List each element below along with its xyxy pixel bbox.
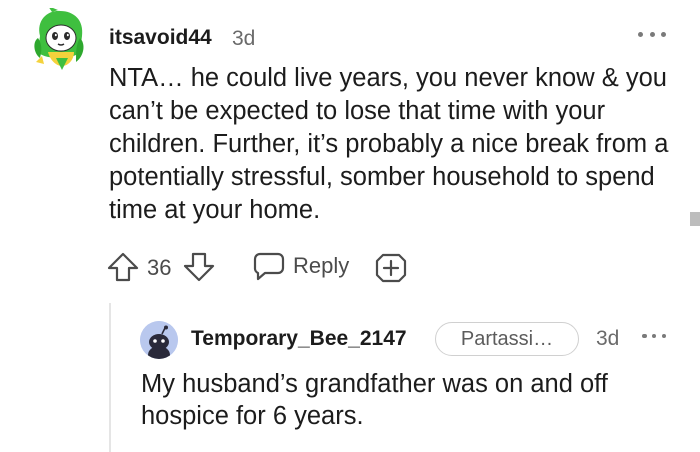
comment-username[interactable]: itsavoid44	[109, 26, 212, 50]
reply-button[interactable]: Reply	[253, 248, 363, 284]
user-flair-badge: Partassi…	[435, 322, 579, 356]
award-button[interactable]	[374, 251, 408, 285]
reply-more-options-button[interactable]	[642, 329, 666, 343]
comment-timestamp: 3d	[232, 27, 256, 50]
more-options-dot	[651, 333, 657, 339]
downvote-button[interactable]	[182, 250, 216, 284]
arrow-down-icon	[183, 252, 215, 282]
vote-count: 36	[147, 255, 172, 280]
reply-label: Reply	[293, 253, 350, 278]
more-options-icon	[642, 333, 647, 339]
award-plus-icon	[375, 253, 407, 283]
cartoon-avatar-icon	[34, 6, 84, 70]
speech-bubble-icon	[253, 252, 285, 281]
default-snoo-avatar-icon	[140, 321, 178, 359]
more-options-dot	[649, 31, 655, 37]
more-options-button[interactable]	[638, 24, 666, 44]
upvote-button[interactable]	[106, 250, 140, 284]
reply-avatar[interactable]	[140, 321, 178, 359]
more-options-icon	[638, 31, 643, 37]
reply-body: My husband’s grandfather was on and off …	[141, 370, 608, 430]
reply-timestamp: 3d	[596, 327, 620, 350]
thread-line[interactable]	[109, 303, 111, 452]
more-options-dot	[661, 31, 666, 37]
scrollbar-thumb[interactable]	[690, 212, 700, 226]
avatar[interactable]	[30, 6, 88, 70]
comment-body: NTA… he could live years, you never know…	[109, 64, 669, 224]
more-options-dot	[661, 333, 666, 339]
arrow-up-icon	[107, 252, 139, 282]
reply-username[interactable]: Temporary_Bee_2147	[191, 327, 407, 351]
